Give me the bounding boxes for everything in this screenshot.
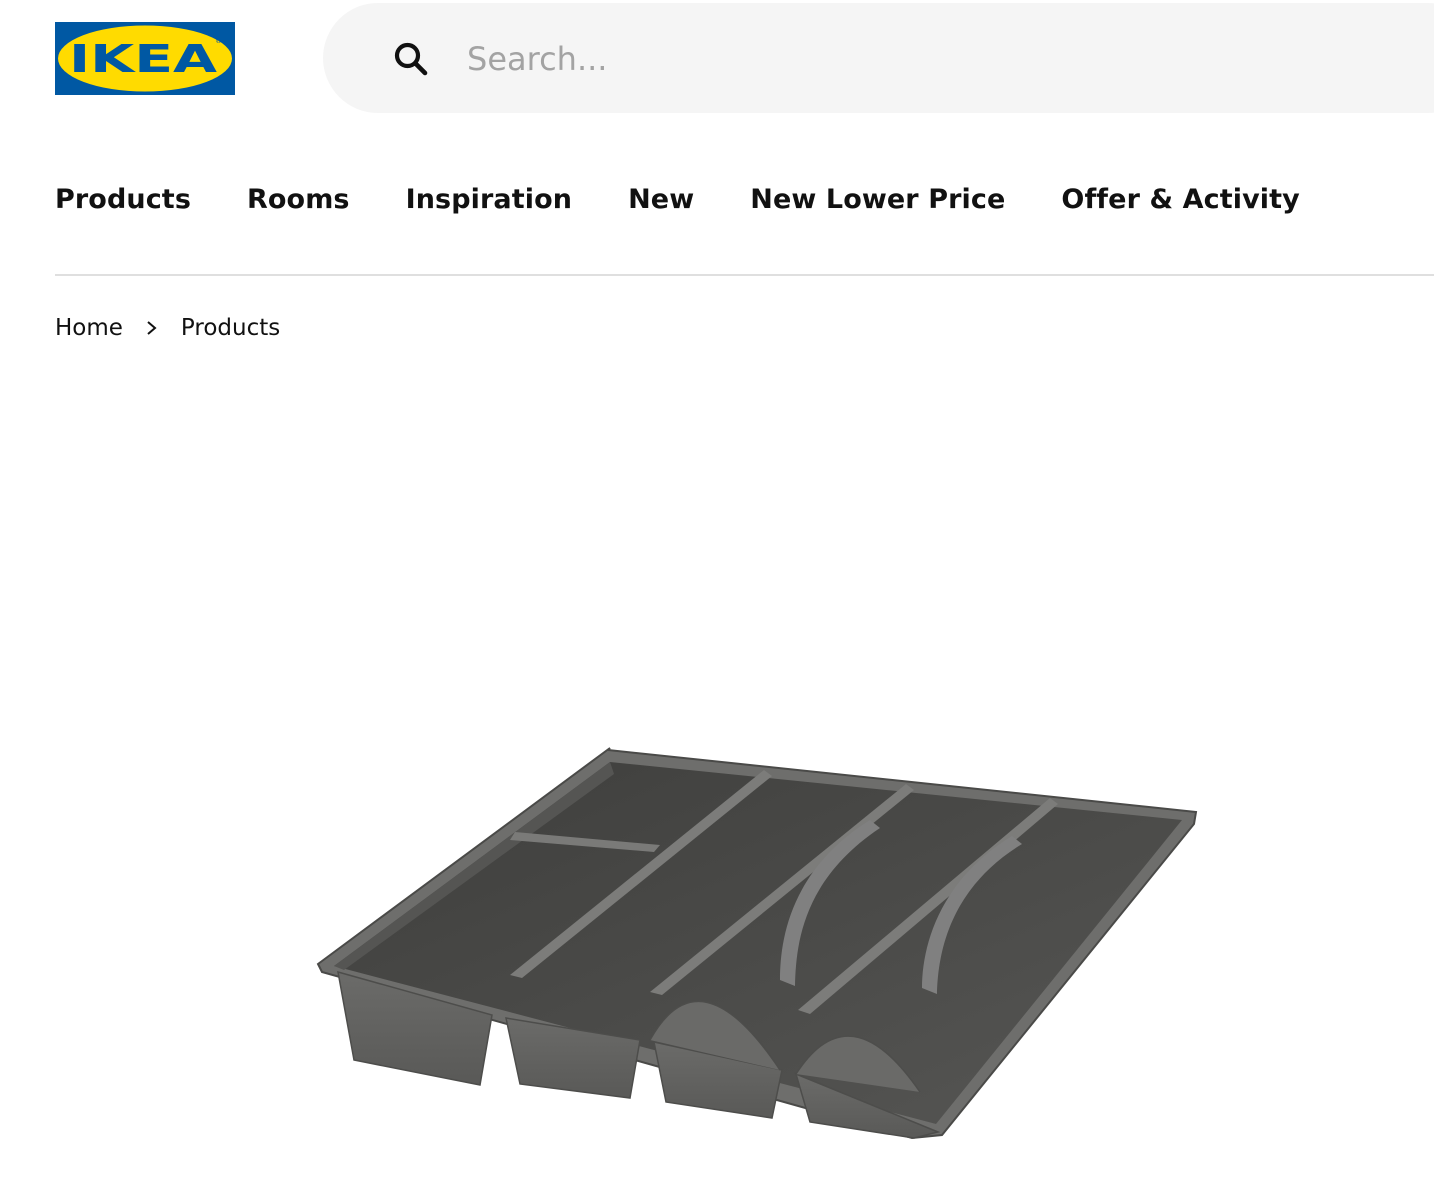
nav-item-rooms[interactable]: Rooms — [247, 184, 350, 215]
nav-item-new[interactable]: New — [628, 184, 694, 215]
page: IKEA ® Products Rooms Inspiration New Ne… — [0, 0, 1434, 1200]
search-bar[interactable] — [323, 3, 1434, 113]
header-divider — [55, 274, 1434, 276]
breadcrumb: Home Products — [55, 311, 280, 345]
logo-text: IKEA — [69, 37, 218, 81]
search-icon[interactable] — [393, 41, 429, 77]
svg-text:®: ® — [215, 37, 222, 45]
breadcrumb-products[interactable]: Products — [181, 315, 280, 341]
main-nav: Products Rooms Inspiration New New Lower… — [55, 176, 1356, 222]
breadcrumb-home[interactable]: Home — [55, 315, 123, 341]
nav-item-inspiration[interactable]: Inspiration — [406, 184, 573, 215]
ikea-logo-icon: IKEA ® — [55, 22, 235, 95]
chevron-right-icon — [147, 321, 157, 335]
nav-item-new-lower-price[interactable]: New Lower Price — [750, 184, 1005, 215]
nav-item-offer-activity[interactable]: Offer & Activity — [1061, 184, 1299, 215]
ikea-logo[interactable]: IKEA ® — [55, 22, 235, 95]
cutlery-tray-image — [316, 747, 1198, 1140]
nav-item-products[interactable]: Products — [55, 184, 191, 215]
search-input[interactable] — [467, 31, 1367, 87]
